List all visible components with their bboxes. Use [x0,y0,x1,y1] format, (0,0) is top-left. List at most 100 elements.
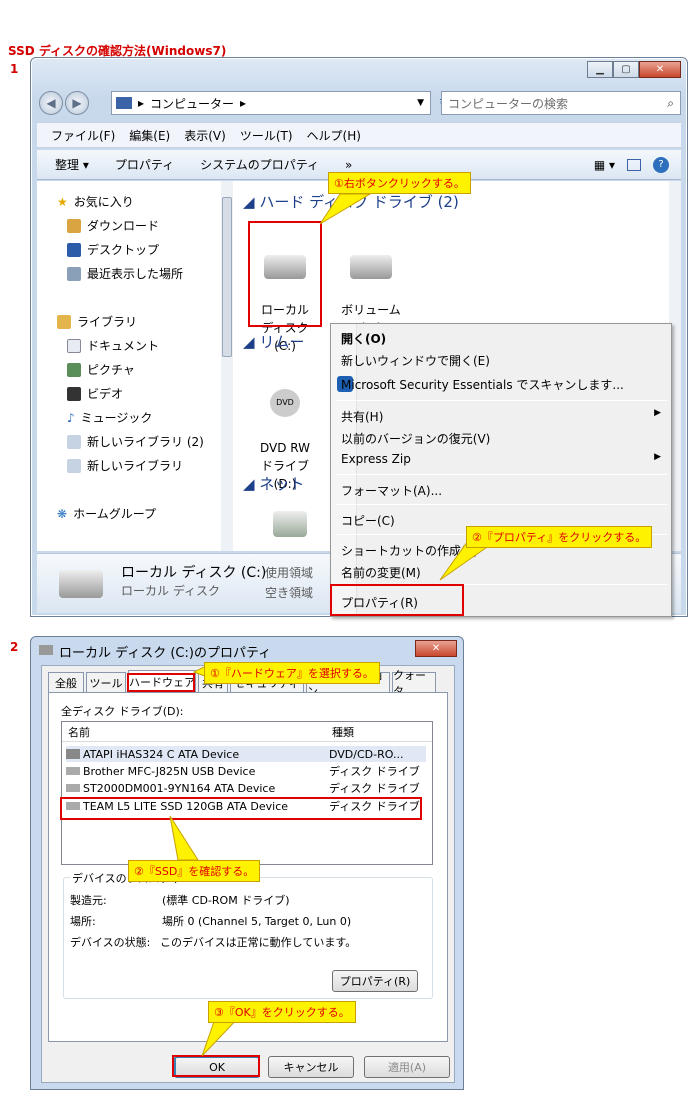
nav-scrollbar[interactable] [221,181,233,551]
menu-separator [335,474,667,475]
address-bar[interactable]: ▸ コンピューター ▸ ▼ [111,91,431,115]
drive-icon [350,255,392,279]
menu-open[interactable]: 開く(O) [341,330,386,347]
drive-list[interactable]: 名前 種類 ATAPI iHAS324 C ATA Device DVD/CD-R… [61,721,433,865]
search-icon: ⌕ [667,95,674,110]
nav-pictures[interactable]: ピクチャ [67,361,135,378]
table-row[interactable]: Brother MFC-J825N USB Device ディスク ドライブ [66,763,426,779]
callout-right-click: ①右ボタンクリックする。 [328,172,471,194]
details-used: 使用領域 [265,566,314,580]
step-number: 1 [10,62,19,76]
menu-copy[interactable]: コピー(C) [341,512,395,529]
menu-view[interactable]: 表示(V) [184,127,226,144]
manufacturer-value: (標準 CD-ROM ドライブ) [162,894,290,907]
nav-buttons: ◀ ▶ [39,91,89,115]
nav-favorites[interactable]: ★ お気に入り [57,193,134,210]
menu-separator [335,504,667,505]
menu-file[interactable]: ファイル(F) [51,127,115,144]
forward-button[interactable]: ▶ [65,91,89,115]
tab-quota[interactable]: クォータ [392,669,436,698]
maximize-button[interactable]: ▢ [613,61,639,78]
search-input[interactable]: コンピューターの検索 ⌕ [441,91,681,115]
drive-e[interactable]: ボリューム (E:) [331,237,411,337]
address-segment[interactable]: コンピューター [150,95,234,112]
details-title: ローカル ディスク (C:) [121,565,267,581]
tab-tools[interactable]: ツール [86,672,126,692]
nav-desktop[interactable]: デスクトップ [67,241,159,258]
nav-label: 新しいライブラリ [87,459,184,473]
network-drive-icon[interactable] [273,511,307,537]
nav-documents[interactable]: ドキュメント [67,337,159,354]
search-placeholder: コンピューターの検索 [448,96,569,111]
table-row[interactable]: ATAPI iHAS324 C ATA Device DVD/CD-RO... [66,746,426,762]
tab-general[interactable]: 全般 [48,672,84,692]
nav-videos[interactable]: ビデオ [67,385,123,402]
all-drives-label: 全ディスク ドライブ(D): [61,705,184,718]
nav-music[interactable]: ♪ ミュージック [67,409,152,426]
nav-newlib2[interactable]: 新しいライブラリ (2) [67,433,204,450]
apply-button[interactable]: 適用(A) [364,1056,450,1078]
menu-share[interactable]: 共有(H) [341,408,383,425]
drive-icon [59,570,103,598]
col-type[interactable]: 種類 [328,724,354,740]
preview-pane-icon[interactable] [627,158,641,171]
menu-help[interactable]: ヘルプ(H) [307,127,361,144]
group-network[interactable]: ◢ ネット [243,473,304,494]
status-label: デバイスの状態: [70,936,151,949]
view-options-icon[interactable]: ▦ ▾ [594,158,615,172]
menu-mse-scan[interactable]: Microsoft Security Essentials でスキャンします..… [341,376,624,393]
properties-button[interactable]: プロパティ [115,156,174,173]
nav-homegroup[interactable]: ❋ ホームグループ [57,505,156,522]
menu-edit[interactable]: 編集(E) [129,127,170,144]
nav-newlib[interactable]: 新しいライブラリ [67,457,183,474]
menu-separator [335,400,667,401]
system-properties-button[interactable]: システムのプロパティ [200,156,319,173]
dropdown-icon[interactable]: ▼ [417,98,424,108]
desktop-icon [67,242,81,257]
nav-downloads[interactable]: ダウンロード [67,217,159,234]
navigation-pane: ★ お気に入り ダウンロード デスクトップ 最近表示した場所 ライブラリ ドキュメ… [37,181,233,551]
organize-button[interactable]: 整理 ▾ [55,156,89,173]
menu-tools[interactable]: ツール(T) [240,127,293,144]
videos-icon [67,386,81,401]
chevron-icon: ▸ [240,96,247,110]
cancel-button[interactable]: キャンセル [268,1056,354,1078]
nav-libraries[interactable]: ライブラリ [57,313,137,330]
menu-rename[interactable]: 名前の変更(M) [341,564,421,581]
group-label: リムー [259,333,305,351]
device-properties-button[interactable]: プロパティ(R) [332,970,418,992]
row-name: Brother MFC-J825N USB Device [83,764,256,778]
help-icon[interactable]: ? [653,156,669,173]
col-name[interactable]: 名前 [62,724,328,740]
close-button[interactable]: ✕ [639,61,681,78]
highlight-ssd-row [60,797,422,820]
minimize-button[interactable]: ▁ [587,61,613,78]
nav-label: ミュージック [80,411,153,425]
location-label: 場所: [70,915,96,928]
more-button[interactable]: » [345,158,352,172]
back-button[interactable]: ◀ [39,91,63,115]
scroll-thumb[interactable] [222,197,232,357]
nav-label: デスクトップ [87,243,160,257]
menu-format[interactable]: フォーマット(A)... [341,482,442,499]
nav-label: ドキュメント [87,339,160,353]
recent-places-icon [67,266,81,281]
menu-expresszip[interactable]: Express Zip [341,452,411,466]
library-icon [57,314,71,329]
row-type: DVD/CD-RO... [329,747,404,761]
dialog-close-button[interactable]: ✕ [415,640,457,657]
dvd-icon: DVD [270,389,300,417]
location-value: 場所 0 (Channel 5, Target 0, Lun 0) [162,915,352,928]
nav-label: ビデオ [87,387,124,401]
row-name: ST2000DM001-9YN164 ATA Device [83,781,276,795]
menu-new-window[interactable]: 新しいウィンドウで開く(E) [341,352,490,369]
manufacturer-label: 製造元: [70,894,107,907]
table-row[interactable]: ST2000DM001-9YN164 ATA Device ディスク ドライブ [66,780,426,796]
nav-label: ホームグループ [73,507,156,521]
group-removable[interactable]: ◢ リムー [243,331,304,352]
library-icon [67,458,81,473]
nav-label: ピクチャ [87,363,135,377]
menu-restore[interactable]: 以前のバージョンの復元(V) [341,430,490,447]
nav-recent[interactable]: 最近表示した場所 [67,265,183,282]
caption-buttons: ▁ ▢ ✕ [587,61,681,78]
